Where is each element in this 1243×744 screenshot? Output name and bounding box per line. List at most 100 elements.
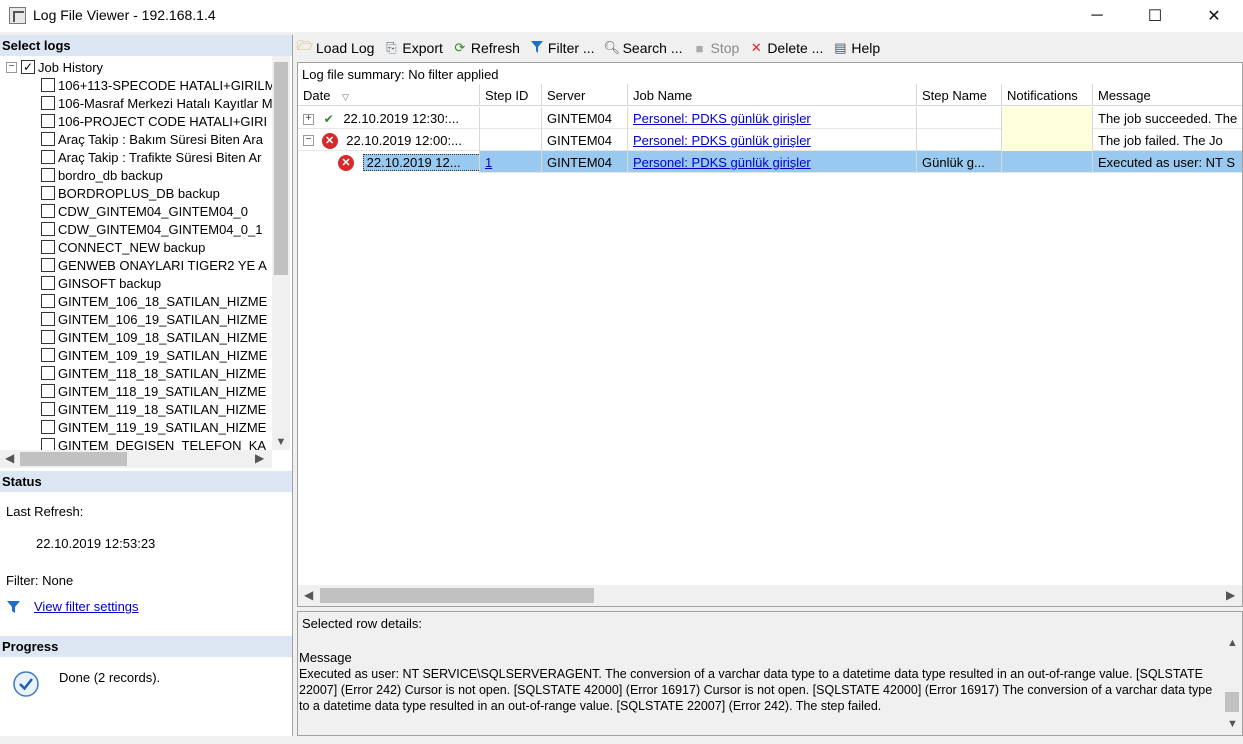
job-name-link[interactable]: Personel: PDKS günlük girişler <box>633 111 811 126</box>
scroll-up-icon[interactable]: ▲ <box>1227 637 1238 649</box>
tree-root-job-history[interactable]: − ✓ Job History <box>6 58 103 76</box>
error-icon: ✕ <box>338 154 354 171</box>
collapse-icon[interactable]: − <box>6 61 17 73</box>
step-id-link[interactable]: 1 <box>485 155 492 170</box>
tree-item-checkbox[interactable] <box>41 384 55 398</box>
column-header-server[interactable]: Server <box>542 84 628 106</box>
step-name-cell <box>917 107 1002 129</box>
search-button[interactable]: 🔍︎ Search ... <box>604 40 683 56</box>
tree-item[interactable]: GINSOFT backup <box>41 274 161 292</box>
filter-button[interactable]: Filter ... <box>529 40 595 56</box>
tree-item[interactable]: CDW_GINTEM04_GINTEM04_0_1 <box>41 220 262 238</box>
scroll-thumb[interactable] <box>20 452 127 466</box>
scroll-right-icon[interactable]: ▶ <box>1226 588 1235 602</box>
tree-item-checkbox[interactable] <box>41 420 55 434</box>
tree-item-checkbox[interactable] <box>41 132 55 146</box>
table-row-selected[interactable]: ✕ 22.10.2019 12... 1 GINTEM04 Personel: … <box>298 151 1242 173</box>
tree-item-checkbox[interactable] <box>41 114 55 128</box>
stop-button[interactable]: ■ Stop <box>692 40 740 56</box>
scroll-left-icon[interactable]: ◀ <box>5 451 14 465</box>
load-log-button[interactable]: 🗁 Load Log <box>297 37 374 59</box>
collapse-icon[interactable]: − <box>303 135 314 147</box>
grid-horizontal-scrollbar[interactable]: ◀ ▶ <box>298 585 1242 606</box>
scroll-left-icon[interactable]: ◀ <box>304 588 313 602</box>
tree-item-checkbox[interactable] <box>41 258 55 272</box>
scroll-thumb[interactable] <box>320 588 594 603</box>
tree-item-checkbox[interactable] <box>41 348 55 362</box>
tree-item-checkbox[interactable] <box>41 150 55 164</box>
tree-item[interactable]: 106+113-SPECODE HATALI+GIRILM <box>41 76 272 94</box>
scroll-thumb[interactable] <box>1225 692 1239 712</box>
column-header-step-name[interactable]: Step Name <box>917 84 1002 106</box>
tree-item[interactable]: CDW_GINTEM04_GINTEM04_0 <box>41 202 248 220</box>
tree-item-checkbox[interactable] <box>41 366 55 380</box>
scroll-right-icon[interactable]: ▶ <box>255 451 264 465</box>
filter-status: Filter: None <box>6 573 74 588</box>
tree-horizontal-scrollbar[interactable]: ◀ ▶ <box>0 450 272 468</box>
tree-item-checkbox[interactable] <box>41 204 55 218</box>
tree-item[interactable]: CONNECT_NEW backup <box>41 238 205 256</box>
view-filter-settings-link[interactable]: View filter settings <box>34 599 139 614</box>
scroll-down-icon[interactable]: ▼ <box>1227 718 1238 730</box>
tree-item-checkbox[interactable] <box>41 186 55 200</box>
tree-item-checkbox[interactable] <box>41 402 55 416</box>
close-button[interactable]: ✕ <box>1185 0 1243 32</box>
help-button[interactable]: ▤ Help <box>832 40 880 56</box>
tree-item[interactable]: Araç Takip : Bakım Süresi Biten Ara <box>41 130 263 148</box>
tree-item[interactable]: GINTEM_106_18_SATILAN_HIZME <box>41 292 267 310</box>
tree-item[interactable]: GINTEM_DEGISEN_TELEFON_KA <box>41 436 266 450</box>
minimize-button[interactable]: ─ <box>1068 0 1126 32</box>
success-check-icon: ✔ <box>323 112 334 126</box>
scroll-down-icon[interactable]: ▼ <box>272 436 290 448</box>
details-vertical-scrollbar[interactable]: ▲ ▼ <box>1223 634 1241 734</box>
date-value: 22.10.2019 12:30:... <box>343 111 459 126</box>
tree-item[interactable]: GENWEB ONAYLARI TIGER2 YE A <box>41 256 267 274</box>
tree-item[interactable]: GINTEM_119_19_SATILAN_HIZME <box>41 418 266 436</box>
tree-item[interactable]: BORDROPLUS_DB backup <box>41 184 220 202</box>
tree-item[interactable]: Araç Takip : Trafikte Süresi Biten Ar <box>41 148 262 166</box>
scroll-thumb[interactable] <box>274 62 288 275</box>
log-tree[interactable]: − ✓ Job History 106+113-SPECODE HATALI+G… <box>0 56 272 450</box>
job-name-link[interactable]: Personel: PDKS günlük girişler <box>633 155 811 170</box>
tree-item-checkbox[interactable] <box>41 222 55 236</box>
tree-item[interactable]: bordro_db backup <box>41 166 163 184</box>
date-value: 22.10.2019 12:00:... <box>346 133 462 149</box>
tree-item-checkbox[interactable] <box>41 438 55 450</box>
table-row[interactable]: + ✔ 22.10.2019 12:30:... GINTEM04 Person… <box>298 107 1242 129</box>
tree-item[interactable]: 106-PROJECT CODE HATALI+GIRI <box>41 112 267 130</box>
date-cell: + ✔ 22.10.2019 12:30:... <box>298 107 480 129</box>
refresh-button[interactable]: ⟳ Refresh <box>452 40 519 56</box>
job-name-link[interactable]: Personel: PDKS günlük girişler <box>633 133 811 148</box>
delete-button[interactable]: ✕ Delete ... <box>748 40 823 56</box>
column-header-message[interactable]: Message <box>1093 84 1242 106</box>
job-history-checkbox[interactable]: ✓ <box>21 60 35 74</box>
tree-item[interactable]: GINTEM_118_18_SATILAN_HIZME <box>41 364 266 382</box>
column-header-step-id[interactable]: Step ID <box>480 84 542 106</box>
view-filter-row[interactable]: View filter settings <box>6 599 139 614</box>
tree-item-checkbox[interactable] <box>41 276 55 290</box>
tree-item-checkbox[interactable] <box>41 168 55 182</box>
tree-item[interactable]: GINTEM_118_19_SATILAN_HIZME <box>41 382 266 400</box>
tree-item-checkbox[interactable] <box>41 312 55 326</box>
tree-item-checkbox[interactable] <box>41 330 55 344</box>
server-cell: GINTEM04 <box>542 151 628 173</box>
expand-icon[interactable]: + <box>303 114 314 126</box>
column-header-job-name[interactable]: Job Name <box>628 84 917 106</box>
tree-item[interactable]: GINTEM_119_18_SATILAN_HIZME <box>41 400 266 418</box>
table-row[interactable]: − ✕ 22.10.2019 12:00:... GINTEM04 Person… <box>298 129 1242 151</box>
tree-item-checkbox[interactable] <box>41 240 55 254</box>
tree-item[interactable]: GINTEM_109_19_SATILAN_HIZME <box>41 346 267 364</box>
tree-item[interactable]: GINTEM_109_18_SATILAN_HIZME <box>41 328 267 346</box>
column-header-date[interactable]: Date ▽ <box>298 84 480 106</box>
tree-item-checkbox[interactable] <box>41 294 55 308</box>
tree-item-label: bordro_db backup <box>58 167 163 183</box>
tree-item[interactable]: 106-Masraf Merkezi Hatalı Kayıtlar M <box>41 94 272 112</box>
maximize-button[interactable]: ☐ <box>1126 0 1184 32</box>
export-button[interactable]: ⎘ Export <box>383 40 443 56</box>
tree-vertical-scrollbar[interactable]: ▼ <box>272 56 290 450</box>
column-header-notifications[interactable]: Notifications <box>1002 84 1093 106</box>
tree-item[interactable]: GINTEM_106_19_SATILAN_HIZME <box>41 310 267 328</box>
date-value: 22.10.2019 12... <box>362 154 479 172</box>
tree-item-checkbox[interactable] <box>41 78 55 92</box>
tree-item-checkbox[interactable] <box>41 96 55 110</box>
